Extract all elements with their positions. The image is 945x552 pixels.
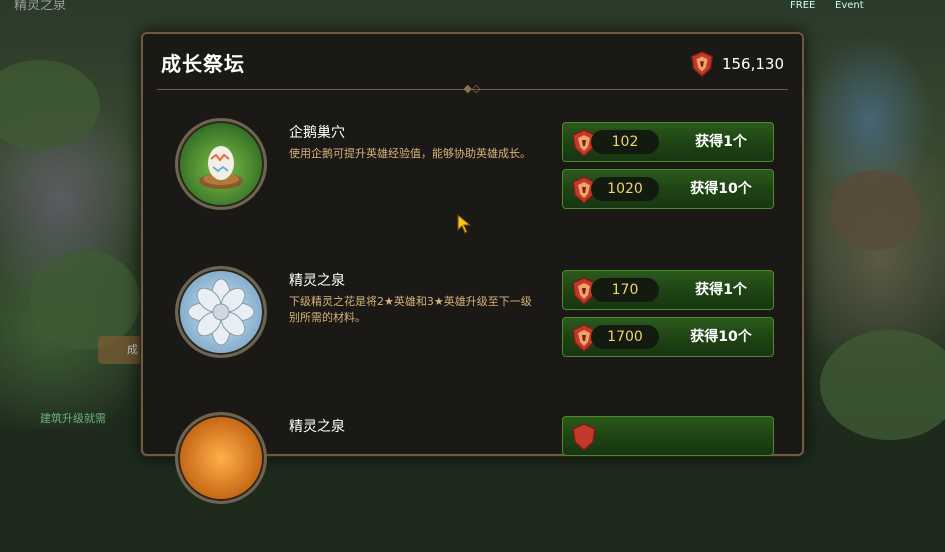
buy-10-button[interactable]: 1020 获得10个 (562, 169, 774, 209)
item-name: 企鹅巢穴 (289, 125, 345, 141)
buy-1-button[interactable]: 170 获得1个 (562, 270, 774, 310)
tree-foliage (820, 330, 945, 440)
egg-nest-icon (175, 118, 267, 210)
item-name: 精灵之泉 (289, 419, 345, 435)
get-label: 获得1个 (695, 282, 747, 298)
list-item: 企鹅巢穴 使用企鹅可提升英雄经验值，能够协助英雄成长。 102 获得1个 102… (143, 118, 802, 258)
buy-10-button[interactable]: 1700 获得10个 (562, 317, 774, 357)
currency-amount: 156,130 (721, 55, 784, 73)
event-badge[interactable]: Event (835, 0, 864, 11)
buy-1-button[interactable]: 102 获得1个 (562, 122, 774, 162)
get-label: 获得10个 (690, 181, 752, 197)
mouse-cursor-icon (457, 214, 472, 234)
panel-title: 成长祭坛 (161, 52, 245, 76)
list-item: 精灵之泉 (143, 412, 802, 552)
buy-1-button[interactable] (562, 416, 774, 456)
red-crest-emblem-icon (688, 50, 716, 78)
divider-ornament-icon: ◆◇ (463, 82, 481, 95)
item-description: 使用企鹅可提升英雄经验值，能够协助英雄成长。 (289, 147, 531, 160)
tree-foliage (0, 60, 100, 150)
silver-flower-icon (175, 266, 267, 358)
get-label: 获得10个 (690, 329, 752, 345)
growth-altar-panel: 成长祭坛 156,130 ◆◇ 企鹅巢穴 使用企鹅可提升英雄经验值，能够协助英雄… (141, 32, 804, 504)
list-item: 精灵之泉 下级精灵之花是将2★英雄和3★英雄升级至下一级别所需的材料。 170 … (143, 266, 802, 406)
background-location-label: 精灵之泉 (14, 0, 67, 13)
currency-display: 156,130 (688, 50, 784, 78)
item-description: 下级精灵之花是将2★英雄和3★英雄升级至下一级别所需的材料。 (289, 295, 532, 324)
item-name: 精灵之泉 (289, 273, 345, 289)
rock-formation (830, 170, 920, 250)
price-label: 102 (591, 130, 659, 154)
price-label: 170 (591, 278, 659, 302)
price-label: 1700 (591, 325, 659, 349)
background-hint-text: 建筑升级就需 (40, 412, 106, 425)
red-crest-emblem-icon (569, 422, 599, 452)
free-badge[interactable]: FREE (790, 0, 815, 11)
tree-foliage (30, 250, 140, 350)
orange-orb-icon (175, 412, 267, 504)
background-side-button[interactable]: 成 (98, 336, 142, 364)
get-label: 获得1个 (695, 134, 747, 150)
price-label: 1020 (591, 177, 659, 201)
